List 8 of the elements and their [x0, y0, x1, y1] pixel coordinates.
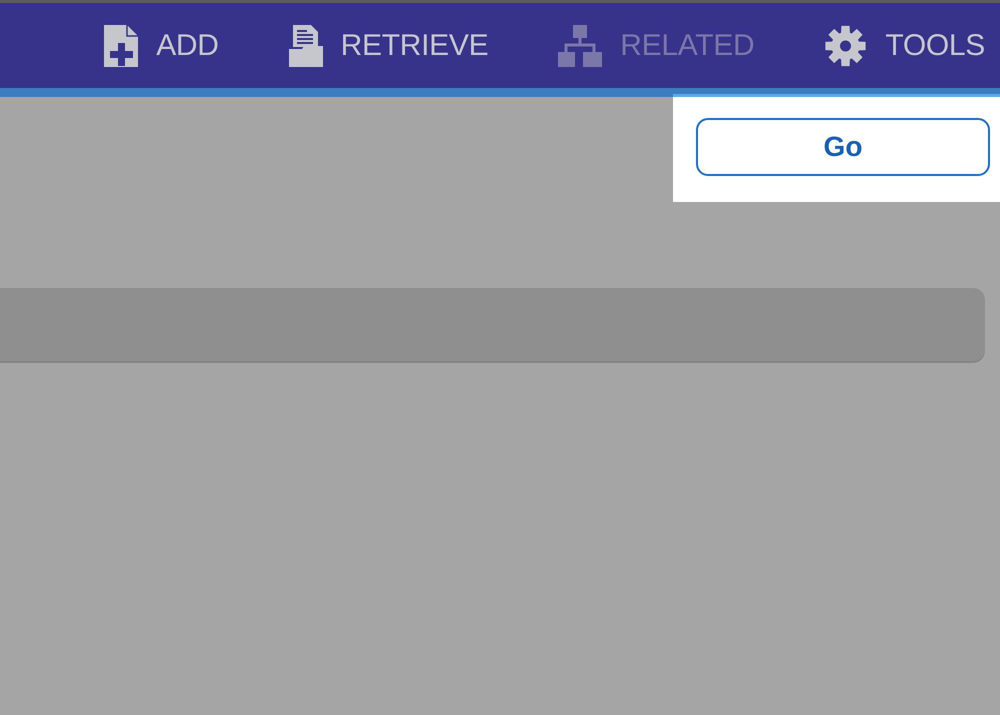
- gear-icon: [824, 24, 868, 66]
- nav-link[interactable]: TOOLS: [824, 24, 985, 66]
- nav-link[interactable]: RETRIEVE: [288, 24, 488, 66]
- hierarchy-icon: [558, 24, 602, 66]
- document-folder-icon: [288, 24, 323, 66]
- nav-link[interactable]: ADD: [104, 24, 219, 66]
- document-plus-icon: [104, 24, 138, 66]
- go-button[interactable]: Go: [696, 118, 990, 176]
